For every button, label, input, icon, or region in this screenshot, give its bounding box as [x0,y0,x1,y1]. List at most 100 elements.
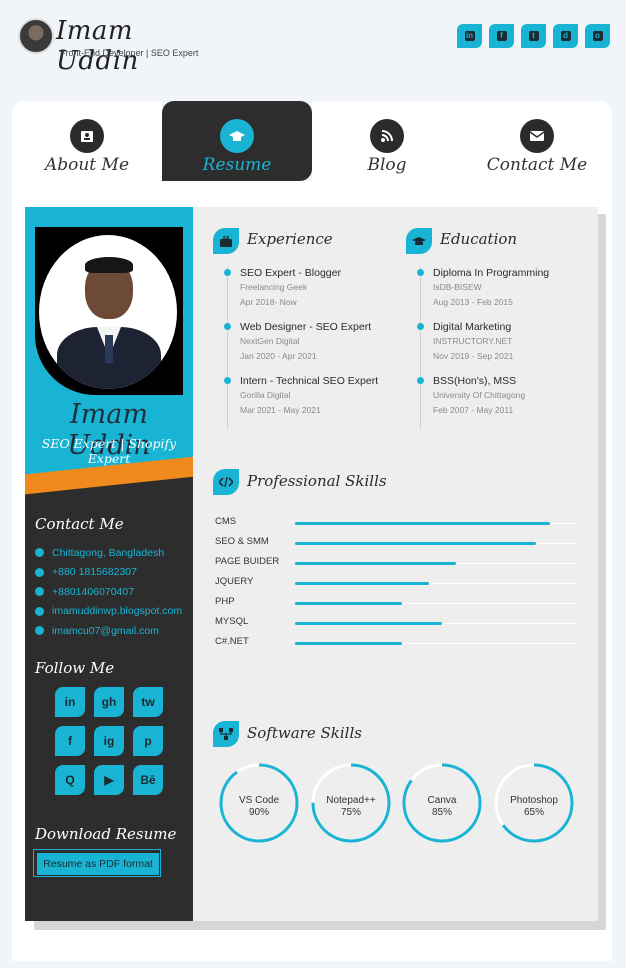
contact-text: imamuddinwp.blogspot.com [52,605,183,618]
header-linkedin-link[interactable]: in [457,24,482,48]
follow-links: in gh tw f ig p Q ▶ Bē [55,687,163,795]
follow-linkedin-link[interactable]: in [55,687,85,717]
tab-blog[interactable]: Blog [312,101,462,181]
follow-pinterest-link[interactable]: p [133,726,163,756]
youtube-icon: ▶ [104,773,114,787]
contact-heading: Contact Me [35,515,124,533]
skill-row: CMS [215,513,577,533]
education-item: BSS(Hon's), MSS University Of Chittagong… [417,375,600,429]
education-heading: Education [440,230,518,248]
follow-instagram-link[interactable]: ig [94,726,124,756]
software-skills-list: VS Code 90% Notepad++ 75% Canva 85% Photosh… [218,762,578,846]
tab-label: Blog [367,155,407,175]
contact-text: +8801406070407 [52,585,135,598]
download-resume-button[interactable]: Resume as PDF format [37,853,159,875]
instagram-icon: ig [103,734,115,748]
skill-name: PAGE BUIDER [215,556,280,567]
skill-name: CMS [215,516,237,527]
skill-name: MYSQL [215,616,249,627]
header-twitter-link[interactable]: t [521,24,546,48]
follow-behance-link[interactable]: Bē [133,765,163,795]
pinterest-icon: p [144,734,152,748]
photo-hair [85,257,133,273]
skill-row: MYSQL [215,613,577,633]
donut-label: Canva 85% [401,795,483,819]
experience-title: Intern - Technical SEO Expert [240,375,379,387]
profile-photo [39,235,177,389]
professional-skills-heading: Professional Skills [247,472,387,490]
contact-location: Chittagong, Bangladesh [35,543,193,563]
tab-about-me[interactable]: About Me [12,101,162,181]
education-dates: Aug 2013 - Feb 2015 [433,297,513,307]
header-social-links: in f t d o [457,24,610,48]
donut-label: Photoshop 65% [493,795,575,819]
facebook-icon: f [496,31,507,41]
education-org: INSTRUCTORY.NET [433,336,513,346]
education-org: University Of Chittagong [433,390,526,400]
skill-bar [295,602,403,605]
skill-bar [295,582,429,585]
software-skills-heading: Software Skills [247,724,362,742]
contact-website[interactable]: imamuddinwp.blogspot.com [35,602,193,622]
skill-row: C#.NET [215,633,577,653]
experience-org: Freelancing Geek [240,282,308,292]
skill-name: SEO & SMM [215,536,269,547]
experience-timeline: SEO Expert - Blogger Freelancing Geek Ap… [224,267,407,429]
github-icon: gh [101,695,117,709]
experience-title: SEO Expert - Blogger [240,267,341,279]
software-name: VS Code [238,795,280,806]
logo-avatar [18,18,54,54]
software-name: Photoshop [510,795,558,806]
profile-title: SEO Expert | Shopify Expert [41,436,177,466]
tab-label: About Me [44,155,130,175]
timeline-dot [417,323,424,330]
software-name: Notepad++ [326,795,376,806]
experience-title: Web Designer - SEO Expert [240,321,372,333]
resume-sidebar: Imam Uddin SEO Expert | Shopify Expert C… [25,207,193,921]
software-skill-canva: Canva 85% [401,762,483,844]
education-item: Digital Marketing INSTRUCTORY.NET Nov 20… [417,321,600,375]
header-instagram-link[interactable]: o [585,24,610,48]
briefcase-icon [213,228,239,254]
photo-tie [105,335,113,363]
globe-icon [35,606,44,616]
timeline-dot [224,377,231,384]
twitter-icon: t [528,31,539,41]
header-facebook-link[interactable]: f [489,24,514,48]
experience-item: Intern - Technical SEO Expert Gorilla Di… [224,375,407,429]
location-icon [35,548,44,558]
resume-card: Imam Uddin SEO Expert | Shopify Expert C… [25,207,598,921]
education-org: IsDB-BISEW [433,282,482,292]
skill-name: C#.NET [215,636,249,647]
follow-youtube-link[interactable]: ▶ [94,765,124,795]
linkedin-icon: in [464,31,475,41]
site-logo[interactable]: Imam Uddin Front-End Developer | SEO Exp… [18,16,208,76]
quora-icon: Q [65,773,75,787]
donut-label: Notepad++ 75% [310,795,392,819]
linkedin-icon: in [64,695,76,709]
skill-bar [295,522,550,525]
header-discord-link[interactable]: d [553,24,578,48]
professional-skills-list: CMS SEO & SMM PAGE BUIDER JQUERY PHP MYS… [215,513,577,653]
contact-whatsapp[interactable]: +8801406070407 [35,582,193,602]
skill-bar [295,562,456,565]
logo-tagline: Front-End Developer | SEO Expert [60,48,199,58]
education-title: Digital Marketing [433,321,512,333]
follow-facebook-link[interactable]: f [55,726,85,756]
skill-row: PHP [215,593,577,613]
software-percent: 85% [431,807,452,818]
software-skill-vscode: VS Code 90% [218,762,300,844]
skill-bar [295,542,537,545]
experience-dates: Mar 2021 - May 2021 [240,405,321,415]
experience-dates: Jan 2020 - Apr 2021 [240,351,317,361]
contact-phone[interactable]: +880 1815682307 [35,563,193,583]
follow-twitter-link[interactable]: tw [133,687,163,717]
follow-quora-link[interactable]: Q [55,765,85,795]
follow-github-link[interactable]: gh [94,687,124,717]
timeline-dot [224,269,231,276]
tab-contact-me[interactable]: Contact Me [462,101,612,181]
contact-email[interactable]: imamcu07@gmail.com [35,621,193,641]
experience-item: SEO Expert - Blogger Freelancing Geek Ap… [224,267,407,321]
tab-resume[interactable]: Resume [162,101,312,181]
id-card-icon [70,119,104,153]
